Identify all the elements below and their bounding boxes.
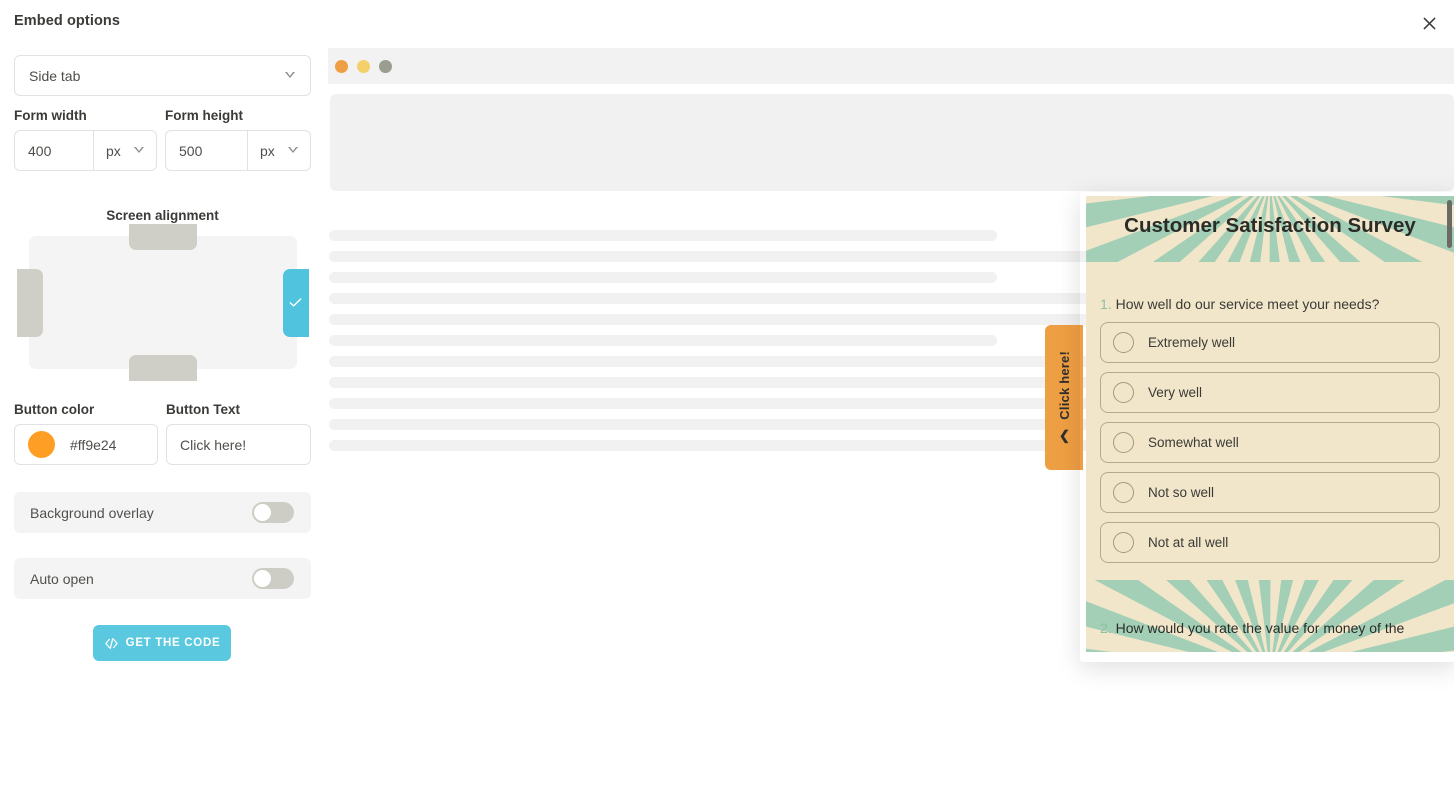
survey-scrollbar-thumb[interactable] (1447, 200, 1452, 248)
survey-option[interactable]: Not so well (1100, 472, 1440, 513)
chevron-down-icon (285, 72, 296, 79)
form-width-group: Form width 400 px (14, 108, 157, 171)
browser-dot-close (335, 59, 348, 73)
auto-open-label: Auto open (30, 570, 94, 587)
skeleton-line (329, 272, 997, 283)
background-overlay-toggle[interactable] (252, 502, 294, 523)
browser-chrome-bar (328, 48, 1454, 84)
alignment-option-right[interactable] (282, 268, 309, 337)
background-overlay-label: Background overlay (30, 504, 154, 521)
survey-option-label: Very well (1148, 385, 1203, 400)
question-1-number: 1. (1100, 296, 1112, 312)
side-tab-label: Click here! (1056, 351, 1072, 420)
browser-dot-minimize (357, 59, 370, 73)
question-1: 1. How well do our service meet your nee… (1100, 296, 1379, 312)
question-2-number: 2. (1100, 620, 1112, 636)
code-icon (104, 637, 118, 649)
get-the-code-button[interactable]: GET THE CODE (93, 625, 231, 661)
background-overlay-row[interactable]: Background overlay (14, 492, 311, 533)
toggle-knob (254, 504, 271, 521)
embed-type-select[interactable]: Side tab (14, 55, 311, 96)
form-height-unit-value: px (260, 142, 275, 159)
toggle-knob (254, 570, 271, 587)
button-color-field[interactable]: #ff9e24 (14, 424, 158, 465)
screen-alignment-section: Screen alignment (14, 208, 311, 381)
form-height-group: Form height 500 px (165, 108, 311, 171)
button-color-value: #ff9e24 (70, 436, 117, 453)
survey-form-preview: Customer Satisfaction Survey 1. How well… (1086, 196, 1454, 652)
survey-option-label: Somewhat well (1148, 435, 1239, 450)
side-tab-button[interactable]: Click here! ❯ (1045, 325, 1083, 470)
form-width-unit-select[interactable]: px (94, 131, 156, 170)
skeleton-line (329, 230, 997, 241)
auto-open-toggle[interactable] (252, 568, 294, 589)
form-height-input[interactable]: 500 (166, 131, 248, 170)
button-text-group: Button Text Click here! (166, 402, 311, 465)
question-2: 2. How would you rate the value for mone… (1100, 620, 1444, 636)
chevron-down-icon (288, 147, 299, 154)
form-width-unit-value: px (106, 142, 121, 159)
alignment-option-left[interactable] (16, 268, 43, 337)
button-color-group: Button color #ff9e24 (14, 402, 158, 465)
survey-option-label: Not at all well (1148, 535, 1229, 550)
embed-type-value: Side tab (29, 67, 81, 84)
screen-alignment-label: Screen alignment (106, 208, 219, 223)
auto-open-row[interactable]: Auto open (14, 558, 311, 599)
form-height-unit-select[interactable]: px (248, 131, 310, 170)
form-width-label: Form width (14, 108, 87, 123)
button-text-label: Button Text (166, 402, 240, 417)
chevron-right-icon: ❯ (1058, 429, 1070, 445)
sunburst-decoration-bottom (1086, 580, 1454, 652)
check-icon (289, 298, 302, 307)
survey-option[interactable]: Somewhat well (1100, 422, 1440, 463)
radio-icon[interactable] (1113, 332, 1134, 353)
radio-icon[interactable] (1113, 482, 1134, 503)
browser-dot-maximize (379, 59, 392, 73)
close-button[interactable] (1414, 8, 1444, 38)
alignment-option-top[interactable] (128, 224, 197, 250)
question-2-text: How would you rate the value for money o… (1115, 620, 1405, 636)
form-height-input-wrap[interactable]: 500 px (165, 130, 311, 171)
button-text-input[interactable]: Click here! (180, 437, 246, 453)
radio-icon[interactable] (1113, 532, 1134, 553)
alignment-option-bottom[interactable] (128, 355, 197, 381)
page-title: Embed options (14, 13, 121, 29)
survey-option[interactable]: Extremely well (1100, 322, 1440, 363)
button-color-label: Button color (14, 402, 95, 417)
radio-icon[interactable] (1113, 382, 1134, 403)
embed-options-panel: Embed options Side tab Form width 400 px… (0, 0, 328, 802)
skeleton-line (329, 335, 997, 346)
question-1-options: Extremely well Very well Somewhat well Not … (1100, 322, 1440, 572)
button-text-field[interactable]: Click here! (166, 424, 311, 465)
color-swatch[interactable] (28, 431, 55, 458)
form-width-input[interactable]: 400 (15, 131, 94, 170)
form-width-input-wrap[interactable]: 400 px (14, 130, 157, 171)
get-the-code-label: GET THE CODE (125, 637, 221, 649)
form-height-label: Form height (165, 108, 243, 123)
survey-title: Customer Satisfaction Survey (1124, 214, 1416, 237)
screen-alignment-stage (16, 224, 309, 381)
survey-option-label: Not so well (1148, 485, 1215, 500)
chevron-down-icon (134, 147, 145, 154)
radio-icon[interactable] (1113, 432, 1134, 453)
close-icon (1423, 17, 1435, 29)
survey-option-label: Extremely well (1148, 335, 1236, 350)
placeholder-hero-block (330, 94, 1454, 191)
question-1-text: How well do our service meet your needs? (1115, 296, 1380, 312)
survey-option[interactable]: Not at all well (1100, 522, 1440, 563)
survey-option[interactable]: Very well (1100, 372, 1440, 413)
